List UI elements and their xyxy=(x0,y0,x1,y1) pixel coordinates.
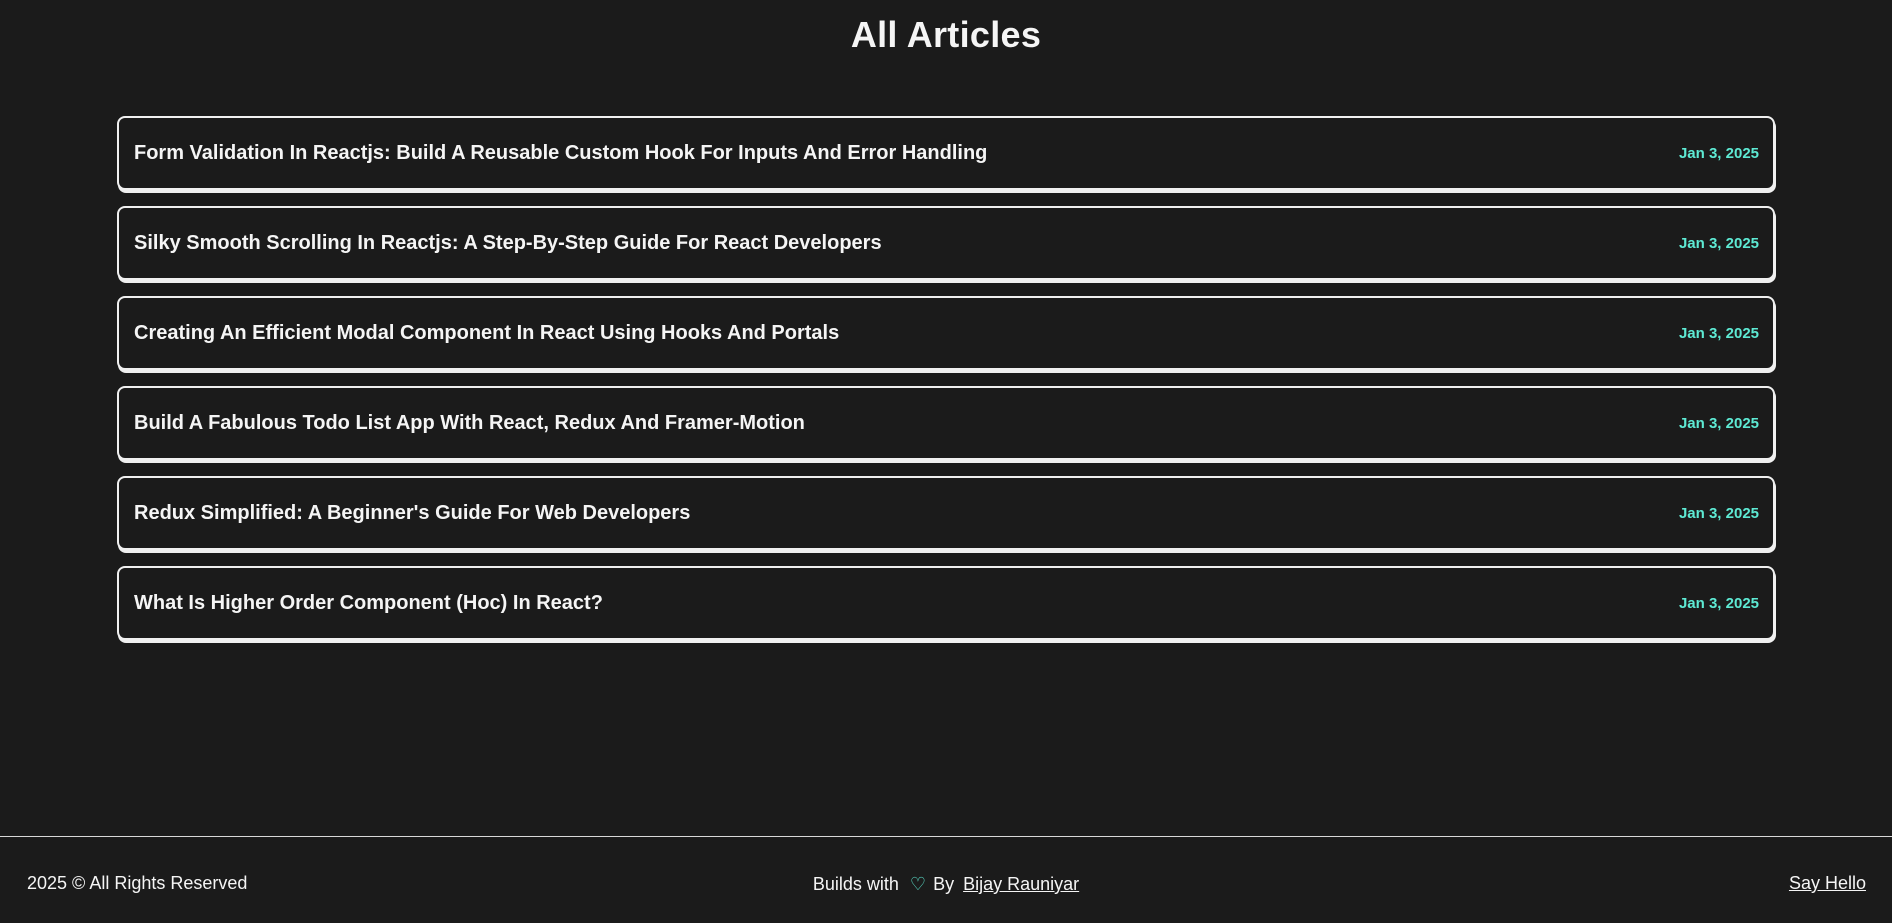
article-title[interactable]: Creating An Efficient Modal Component In… xyxy=(134,322,839,345)
footer-credit: Builds with ♡ By Bijay Rauniyar xyxy=(0,874,1892,895)
article-title[interactable]: What Is Higher Order Component (Hoc) In … xyxy=(134,592,603,615)
article-date: Jan 3, 2025 xyxy=(1678,234,1759,252)
article-date: Jan 3, 2025 xyxy=(1678,144,1759,162)
heart-icon: ♡ xyxy=(909,874,927,894)
article-title[interactable]: Build A Fabulous Todo List App With Reac… xyxy=(134,412,805,435)
article-date: Jan 3, 2025 xyxy=(1678,594,1759,612)
builds-with-text: Builds with xyxy=(812,874,899,894)
article-card[interactable]: Form Validation In Reactjs: Build A Reus… xyxy=(117,116,1775,190)
article-date: Jan 3, 2025 xyxy=(1678,324,1759,342)
article-card[interactable]: Creating An Efficient Modal Component In… xyxy=(117,296,1775,370)
say-hello-link[interactable]: Say Hello xyxy=(1789,873,1866,894)
article-card[interactable]: Redux Simplified: A Beginner's Guide For… xyxy=(117,476,1775,550)
article-title[interactable]: Silky Smooth Scrolling In Reactjs: A Ste… xyxy=(134,232,882,255)
article-list: Form Validation In Reactjs: Build A Reus… xyxy=(117,116,1775,656)
page-title: All Articles xyxy=(850,14,1042,55)
by-text: By xyxy=(933,874,955,894)
page: All Articles Form Validation In Reactjs:… xyxy=(0,0,1892,923)
article-date: Jan 3, 2025 xyxy=(1678,504,1759,522)
article-card[interactable]: Silky Smooth Scrolling In Reactjs: A Ste… xyxy=(117,206,1775,280)
article-date: Jan 3, 2025 xyxy=(1678,414,1759,432)
author-link[interactable]: Bijay Rauniyar xyxy=(963,874,1079,894)
article-card[interactable]: Build A Fabulous Todo List App With Reac… xyxy=(117,386,1775,460)
article-title[interactable]: Redux Simplified: A Beginner's Guide For… xyxy=(134,502,690,525)
footer: 2025 © All Rights Reserved Builds with ♡… xyxy=(0,836,1892,923)
article-card[interactable]: What Is Higher Order Component (Hoc) In … xyxy=(117,566,1775,640)
article-title[interactable]: Form Validation In Reactjs: Build A Reus… xyxy=(134,142,987,165)
